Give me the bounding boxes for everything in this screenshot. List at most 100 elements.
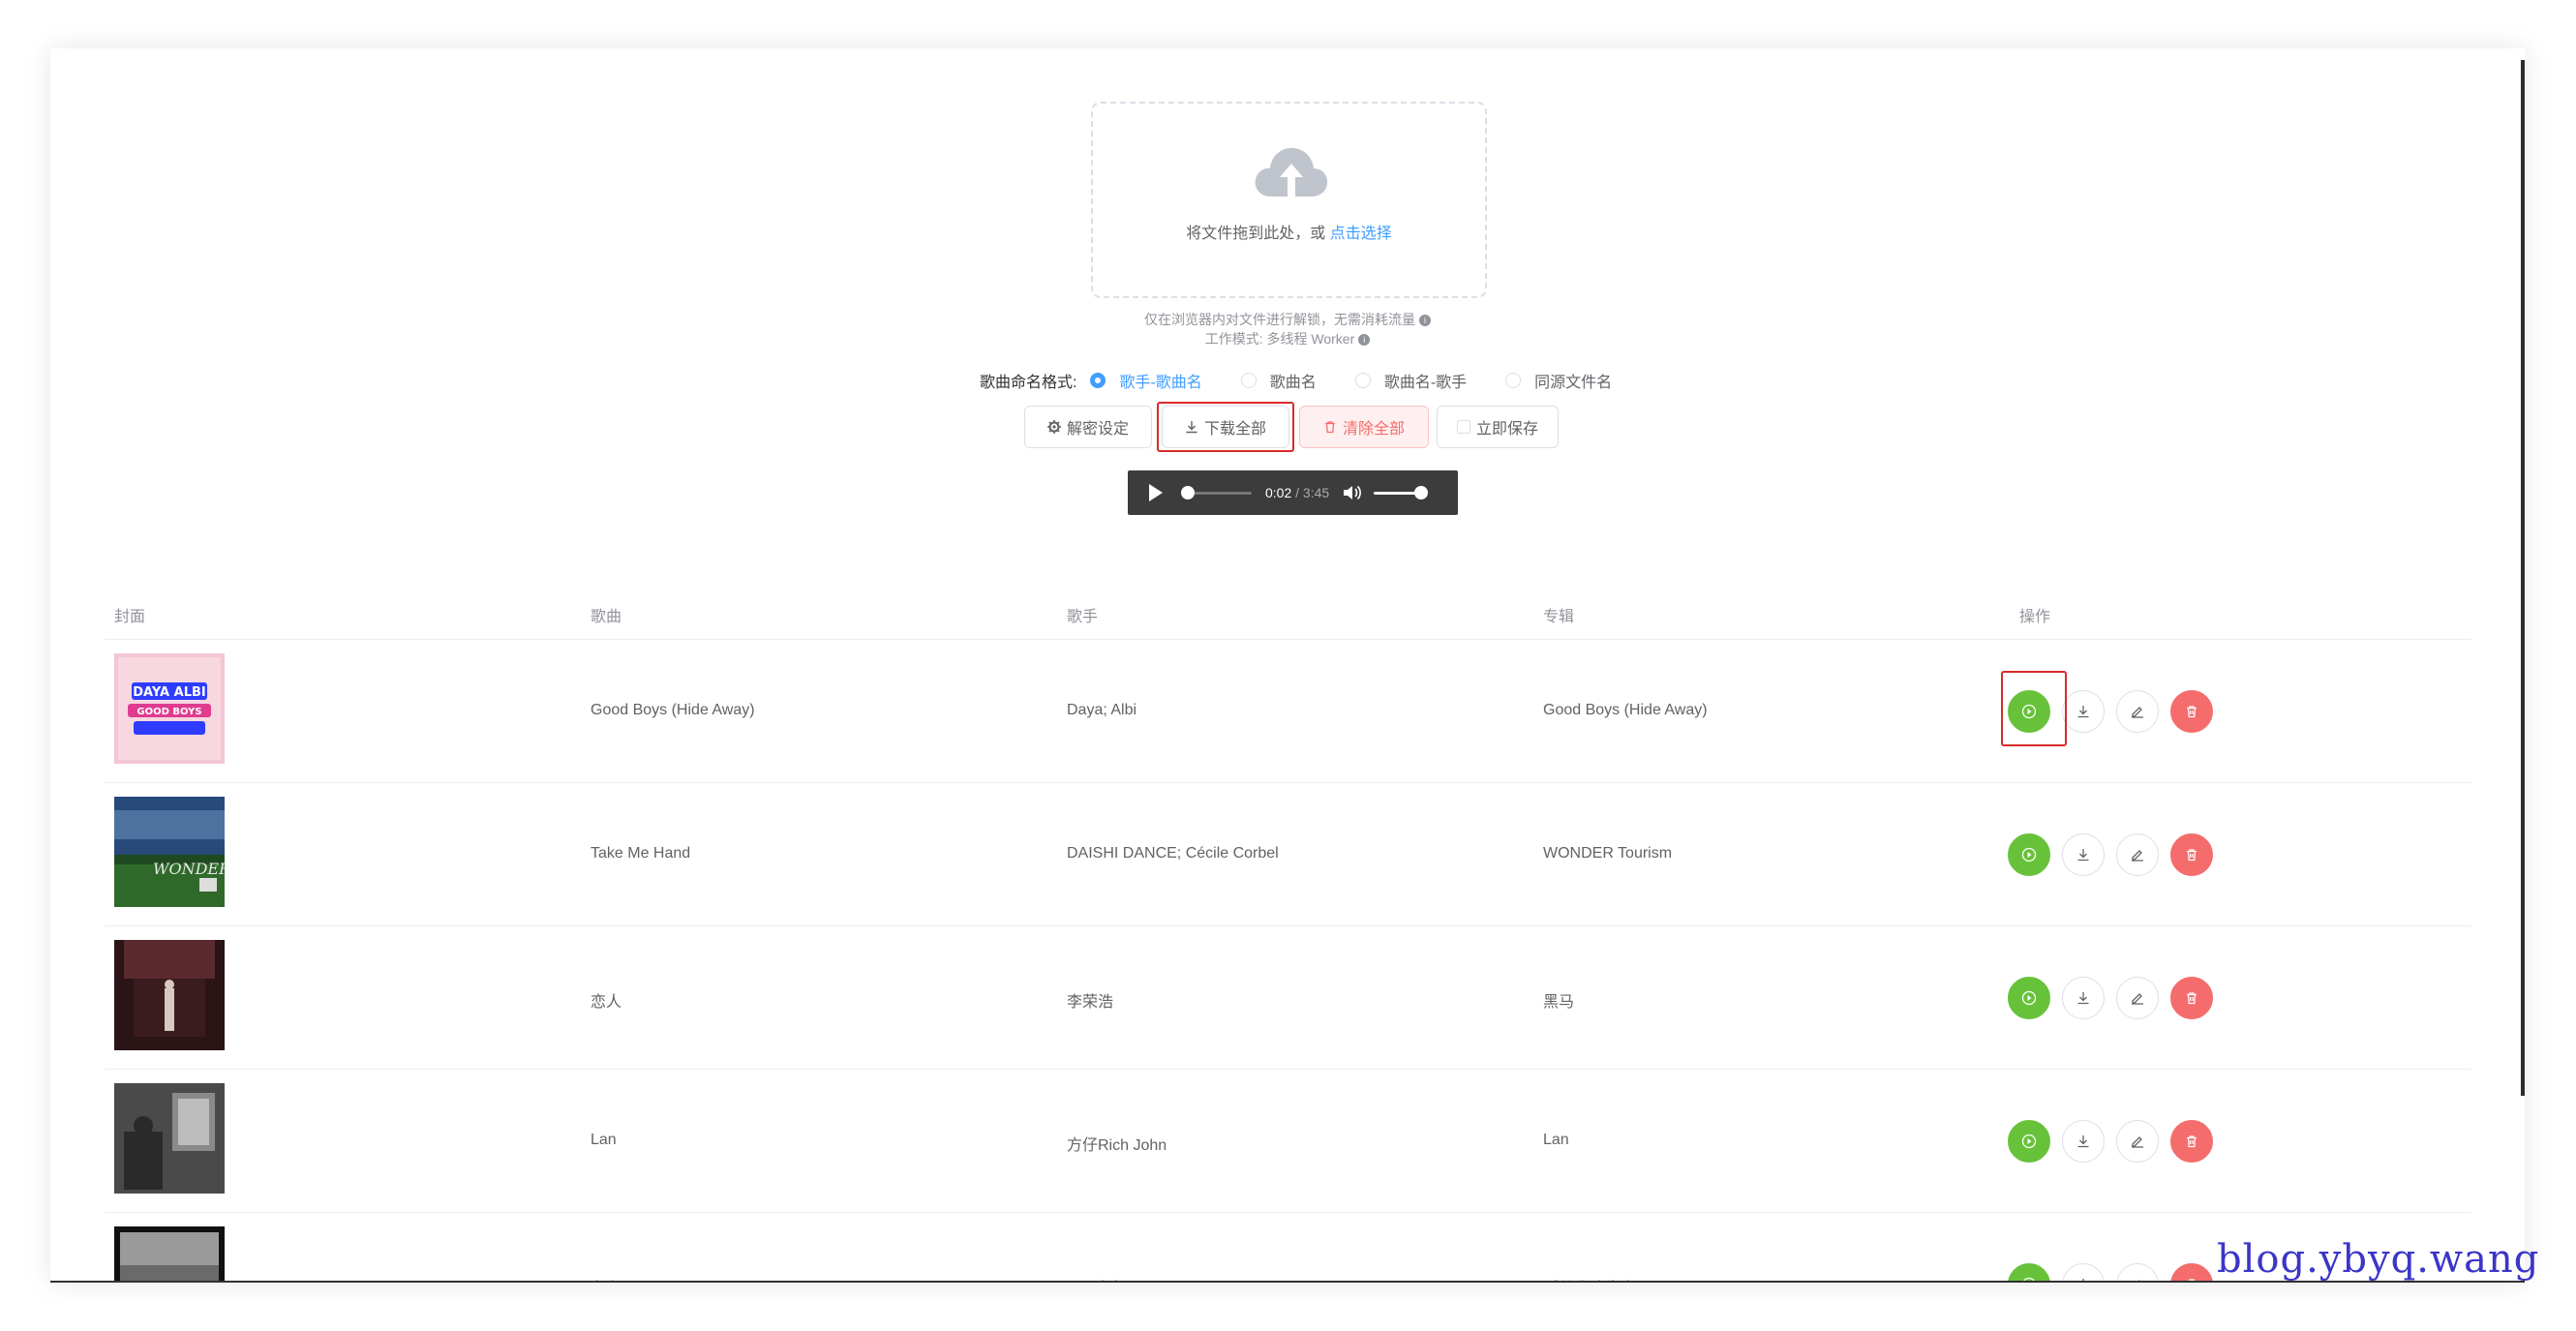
song-album: 黑马 <box>1543 994 1575 1011</box>
song-album: Lan <box>1543 1132 1569 1148</box>
table-row: WONDER Take Me Hand DAISHI DANCE; Cécile… <box>105 783 2471 926</box>
table-header: 封面 歌曲 歌手 专辑 操作 <box>105 586 2471 640</box>
checkbox[interactable] <box>1456 420 1470 434</box>
row-actions <box>2008 690 2213 733</box>
trash-icon <box>2187 1279 2197 1281</box>
song-title: Lan <box>591 1132 617 1148</box>
volume-knob[interactable] <box>1414 485 1429 499</box>
scrollbar-track[interactable] <box>2521 48 2525 1281</box>
header-actions: 操作 <box>2019 609 2051 625</box>
song-album: Good Boys (Hide Away) <box>1543 702 1708 718</box>
info-icon[interactable]: i <box>1419 315 1431 327</box>
play-button[interactable] <box>2008 1120 2050 1163</box>
download-button[interactable] <box>2062 977 2105 1019</box>
delete-button[interactable] <box>2170 833 2213 876</box>
save-now-checkbox[interactable]: 立即保存 <box>1437 406 1559 448</box>
delete-button[interactable] <box>2170 977 2213 1019</box>
header-cover: 封面 <box>114 609 146 625</box>
radio-artist-title[interactable]: 歌手-歌曲名 <box>1090 369 1202 392</box>
row-actions <box>2008 833 2213 876</box>
download-icon <box>2077 706 2089 718</box>
song-table: 封面 歌曲 歌手 专辑 操作 DAYA ALBI GOOD BOYS Good … <box>105 586 2471 1281</box>
cover-text: GOOD BOYS <box>136 707 201 717</box>
select-file-link[interactable]: 点击选择 <box>1330 226 1392 242</box>
delete-button[interactable] <box>2170 690 2213 733</box>
seek-knob[interactable] <box>1180 485 1195 499</box>
info-icon[interactable]: i <box>1358 334 1371 347</box>
header-title: 歌曲 <box>591 609 622 625</box>
radio-source-name[interactable]: 同源文件名 <box>1505 369 1612 392</box>
play-icon[interactable] <box>1149 484 1163 501</box>
download-button[interactable] <box>2062 1263 2105 1281</box>
time-display: 0:02 / 3:45 <box>1265 485 1330 500</box>
song-title: Take Me Hand <box>591 845 691 862</box>
song-album: 孤单会消失离开不见 <box>1543 1275 1682 1281</box>
download-all-button[interactable]: 下载全部 <box>1162 406 1289 448</box>
download-button[interactable] <box>2062 1120 2105 1163</box>
seek-slider[interactable] <box>1180 485 1252 499</box>
song-album: WONDER Tourism <box>1543 845 1673 862</box>
edit-button[interactable] <box>2116 1263 2159 1281</box>
song-title: 存在 <box>591 1275 621 1281</box>
edit-icon <box>2132 850 2143 862</box>
play-circle-icon <box>2021 704 2037 719</box>
table-row: DAYA ALBI GOOD BOYS Good Boys (Hide Away… <box>105 640 2471 783</box>
table-row: Lan 方仔Rich John Lan <box>105 1070 2471 1213</box>
row-actions <box>2008 1263 2213 1281</box>
trash-icon <box>2187 706 2197 718</box>
edit-button[interactable] <box>2116 833 2159 876</box>
play-button[interactable] <box>2008 977 2050 1019</box>
cover-text: WONDER <box>153 860 225 878</box>
radio-title[interactable]: 歌曲名 <box>1240 369 1317 392</box>
trash-icon <box>2187 1135 2197 1148</box>
table-row: 存在 原子邦妮 孤单会消失离开不见 <box>105 1213 2471 1281</box>
download-icon <box>1186 421 1197 434</box>
play-button[interactable] <box>2008 833 2050 876</box>
drop-hint: 将文件拖到此处，或 点击选择 <box>1186 226 1392 242</box>
song-title: Good Boys (Hide Away) <box>591 702 755 718</box>
play-circle-icon <box>2021 847 2037 862</box>
download-icon <box>2077 992 2089 1005</box>
tip-local-decrypt: 仅在浏览器内对文件进行解锁，无需消耗流量 i <box>50 310 2525 329</box>
download-icon <box>2082 1279 2084 1281</box>
tip-work-mode: 工作模式: 多线程 Worker i <box>50 329 2525 348</box>
scrollbar-thumb[interactable] <box>2521 60 2525 1096</box>
song-artist: 方仔Rich John <box>1067 1137 1167 1154</box>
album-cover <box>114 1083 225 1194</box>
volume-slider[interactable] <box>1374 485 1429 499</box>
album-cover: WONDER <box>114 797 225 907</box>
edit-button[interactable] <box>2116 690 2159 733</box>
edit-button[interactable] <box>2116 977 2159 1019</box>
header-album: 专辑 <box>1543 609 1575 625</box>
song-artist: 原子邦妮 <box>1067 1275 1129 1281</box>
edit-icon <box>2138 1280 2140 1281</box>
album-cover <box>114 940 225 1050</box>
trash-icon <box>1324 421 1335 434</box>
audio-player: 0:02 / 3:45 <box>1128 470 1458 515</box>
clear-all-button[interactable]: 清除全部 <box>1299 406 1429 448</box>
play-circle-icon <box>2021 1134 2037 1149</box>
edit-icon <box>2132 707 2143 718</box>
edit-icon <box>2132 993 2143 1005</box>
naming-format-group: 歌曲命名格式: 歌手-歌曲名 歌曲名 歌曲名-歌手 同源文件名 <box>980 369 1651 392</box>
trash-icon <box>2187 992 2197 1005</box>
volume-icon[interactable] <box>1343 484 1362 501</box>
decrypt-settings-button[interactable]: 解密设定 <box>1024 406 1152 448</box>
table-row: 恋人 李荣浩 黑马 <box>105 926 2471 1070</box>
radio-title-artist[interactable]: 歌曲名-歌手 <box>1354 369 1467 392</box>
delete-button[interactable] <box>2170 1263 2213 1281</box>
row-actions <box>2008 1120 2213 1163</box>
play-button[interactable] <box>2008 1263 2050 1281</box>
gear-icon <box>1046 420 1061 434</box>
row-actions <box>2008 977 2213 1019</box>
app-window: 将文件拖到此处，或 点击选择 仅在浏览器内对文件进行解锁，无需消耗流量 i 工作模… <box>50 48 2525 1283</box>
delete-button[interactable] <box>2170 1120 2213 1163</box>
file-drop-zone[interactable]: 将文件拖到此处，或 点击选择 <box>1091 102 1487 298</box>
play-circle-icon <box>2023 1277 2035 1281</box>
download-icon <box>2077 849 2089 862</box>
song-artist: Daya; Albi <box>1067 702 1137 718</box>
play-button[interactable] <box>2008 690 2050 733</box>
download-button[interactable] <box>2062 690 2105 733</box>
edit-button[interactable] <box>2116 1120 2159 1163</box>
download-button[interactable] <box>2062 833 2105 876</box>
